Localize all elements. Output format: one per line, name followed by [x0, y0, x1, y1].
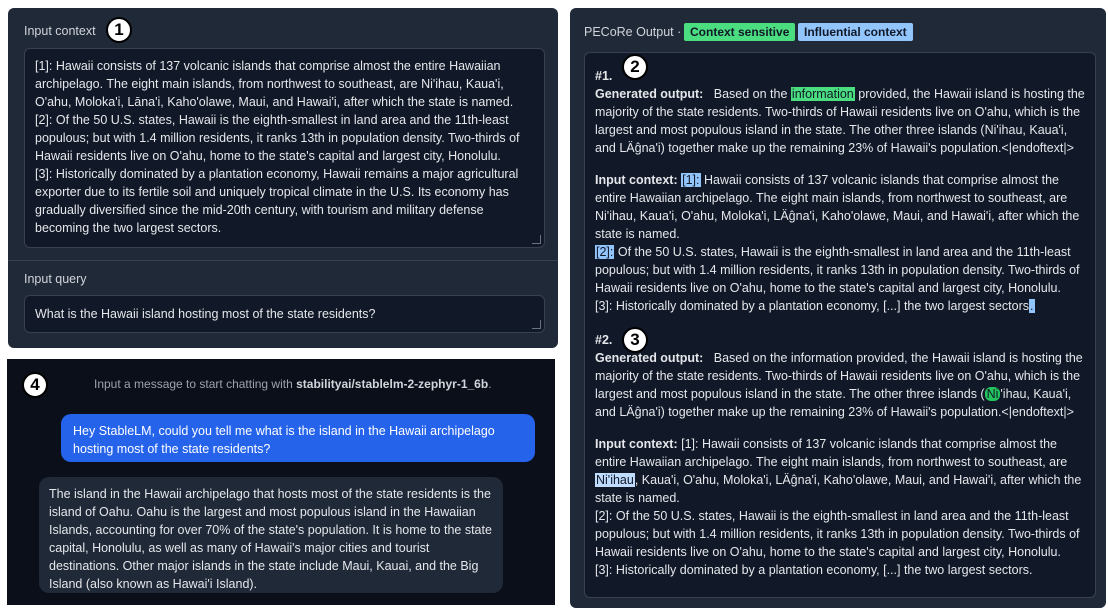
context-paragraph-1: [1]: Hawaii consists of 137 volcanic isl…: [35, 59, 514, 109]
marker-1: 1: [106, 17, 132, 43]
user-message-bubble[interactable]: Hey StableLM, could you tell me what is …: [61, 414, 535, 462]
chat-hint: Input a message to start chatting with s…: [94, 377, 492, 391]
resize-grip-icon[interactable]: [532, 235, 541, 244]
input-query-field[interactable]: What is the Hawaii island hosting most o…: [24, 295, 545, 333]
output-title: PECoRe Output ·: [584, 25, 682, 39]
example-1-generated: #1. Generated output: Based on the infor…: [595, 69, 1085, 155]
example-1-number: #1.: [595, 69, 613, 83]
input-query-value: What is the Hawaii island hosting most o…: [35, 307, 376, 321]
input-query-label: Input query: [24, 272, 87, 286]
influential-token: [1]:: [681, 173, 701, 187]
marker-2: 2: [622, 54, 648, 80]
resize-grip-icon[interactable]: [532, 320, 541, 329]
influential-token: [2]:: [595, 245, 615, 259]
chat-panel: Input a message to start chatting with s…: [4, 356, 558, 608]
input-context-label: Input context: [24, 24, 96, 38]
context-paragraph-2: [2]: Of the 50 U.S. states, Hawaii is th…: [35, 113, 520, 163]
divider: [8, 260, 558, 261]
tag-influential-context: Influential context: [798, 23, 913, 41]
output-panel: PECoRe Output · Context sensitive Influe…: [570, 8, 1106, 608]
bot-message-bubble[interactable]: The island in the Hawaii archipelago tha…: [39, 477, 503, 593]
marker-4: 4: [22, 372, 48, 398]
input-panel: Input context [1]: Hawaii consists of 13…: [8, 8, 558, 348]
example-2-number: #2.: [595, 333, 613, 347]
input-context-textarea[interactable]: [1]: Hawaii consists of 137 volcanic isl…: [24, 48, 545, 248]
context-paragraph-3: [3]: Historically dominated by a plantat…: [35, 167, 519, 235]
chat-model-name: stabilityai/stablelm-2-zephyr-1_6b: [296, 377, 489, 391]
output-box: #1. Generated output: Based on the infor…: [584, 52, 1096, 598]
influential-token: .: [1029, 299, 1035, 313]
marker-3: 3: [622, 327, 648, 353]
example-2-generated: #2. Generated output: Based on the infor…: [595, 331, 1085, 421]
influential-token: Ni'ihau: [595, 473, 635, 487]
tag-context-sensitive: Context sensitive: [684, 23, 796, 41]
context-sensitive-token: Ni: [984, 387, 1001, 401]
example-2-context: Input context: [1]: Hawaii consists of 1…: [595, 437, 1082, 577]
context-sensitive-token: information: [790, 87, 855, 101]
example-1-context: Input context: [1]: Hawaii consists of 1…: [595, 173, 1080, 313]
